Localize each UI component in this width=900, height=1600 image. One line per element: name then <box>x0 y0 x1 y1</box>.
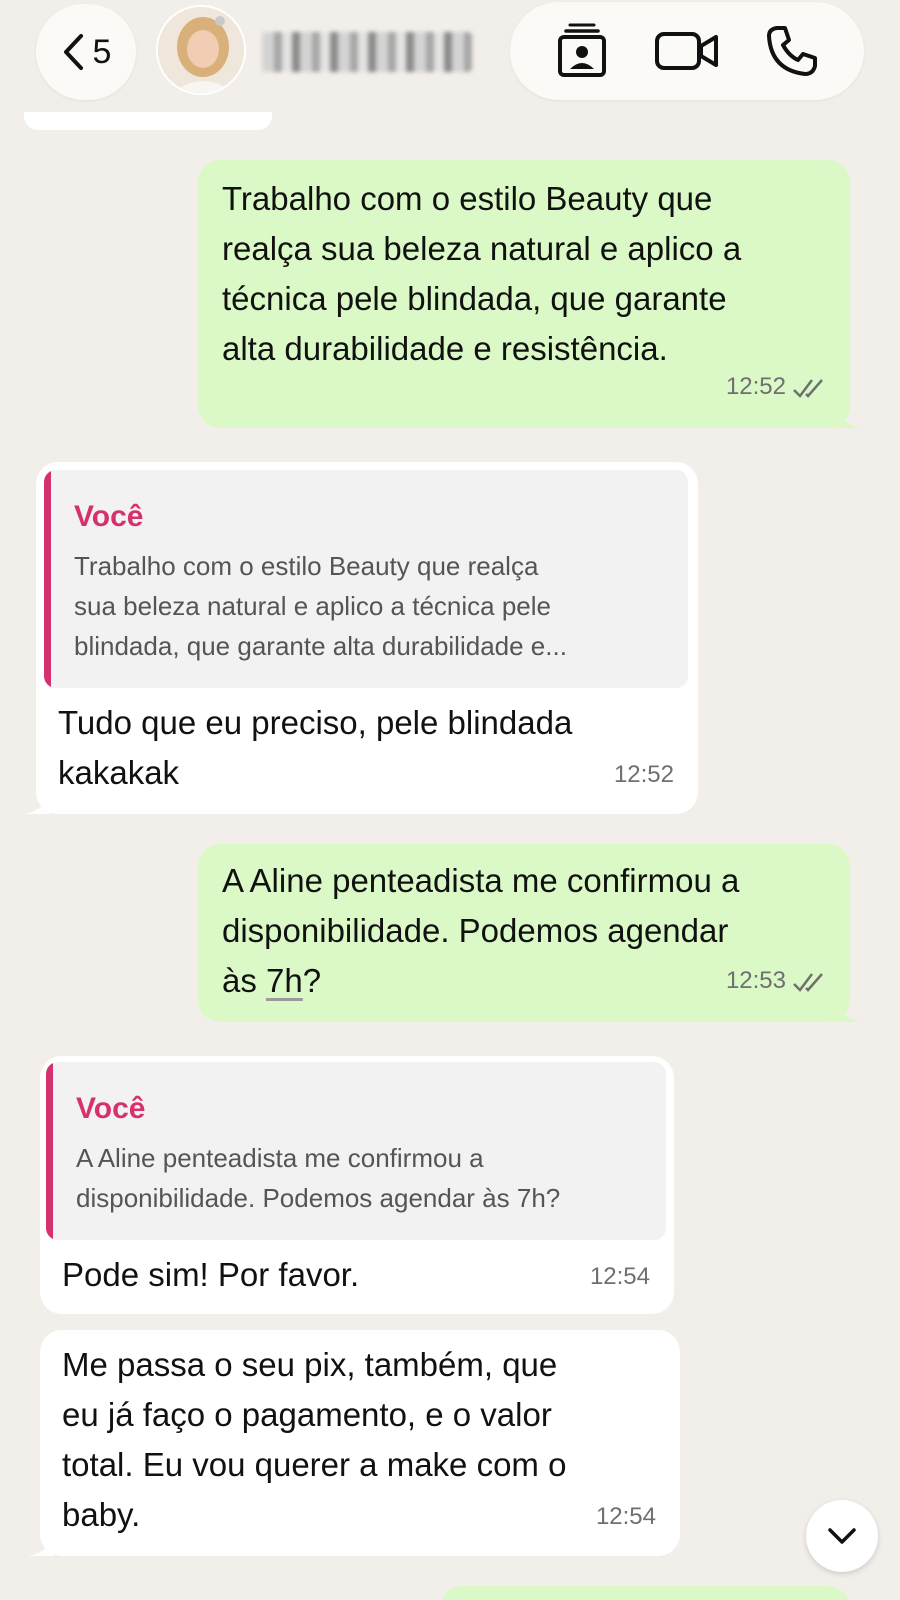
message-time: 12:52 <box>613 761 674 788</box>
scroll-to-bottom-button[interactable] <box>806 1500 878 1572</box>
header-actions <box>510 2 864 100</box>
read-receipt-icon <box>793 379 823 398</box>
message-time: 12:52 <box>726 362 826 412</box>
quote-author: Você <box>76 1092 146 1125</box>
message-bubble-outgoing[interactable]: Trabalho com o estilo Beauty que realça … <box>198 160 862 428</box>
quote-accent-bar <box>44 470 51 688</box>
quote-text: A Aline penteadista me confirmou a dispo… <box>76 1143 561 1213</box>
bubble-tail <box>28 1534 54 1556</box>
message-bubble-incoming[interactable]: Você A Aline penteadista me confirmou a … <box>40 1056 674 1314</box>
time-link[interactable]: 7h <box>266 962 303 999</box>
message-text-line: Trabalho com o estilo Beauty que <box>222 180 713 217</box>
message-text-line: técnica pele blindada, que garante <box>222 280 727 317</box>
read-receipt-icon <box>793 973 823 992</box>
message-bubble-incoming[interactable]: Você Trabalho com o estilo Beauty que re… <box>24 462 698 814</box>
message-text: Me passa o seu pix, também, que eu já fa… <box>62 1346 567 1533</box>
unread-count: 5 <box>92 32 112 71</box>
message-text-line: A Aline penteadista me confirmou a <box>222 862 740 899</box>
bubble-tail <box>836 406 862 428</box>
message-time: 12:54 <box>589 1263 650 1290</box>
video-call-button[interactable] <box>647 11 727 91</box>
next-message-edge <box>440 1586 850 1600</box>
previous-message-edge <box>24 112 272 130</box>
message-text: Tudo que eu preciso, pele blindada kakak… <box>58 704 573 791</box>
bubble-tail <box>836 1000 862 1022</box>
message-text: Pode sim! Por favor. <box>62 1256 360 1293</box>
message-time: 12:53 <box>726 956 826 1006</box>
contact-name[interactable] <box>262 32 472 72</box>
quote-text: Trabalho com o estilo Beauty que realça … <box>74 551 567 661</box>
phone-call-button[interactable] <box>752 11 832 91</box>
bubble-tail <box>24 792 50 814</box>
quoted-message[interactable]: Você A Aline penteadista me confirmou a … <box>46 1062 666 1240</box>
message-bubble-outgoing[interactable]: A Aline penteadista me confirmou a dispo… <box>198 844 862 1022</box>
message-time: 12:54 <box>595 1503 656 1530</box>
message-text-line: realça sua beleza natural e aplico a <box>222 230 742 267</box>
avatar[interactable] <box>156 5 246 95</box>
quote-author: Você <box>74 500 144 533</box>
phone-icon <box>766 26 817 76</box>
quoted-message[interactable]: Você Trabalho com o estilo Beauty que re… <box>44 470 688 688</box>
message-bubble-incoming[interactable]: Me passa o seu pix, também, que eu já fa… <box>28 1330 680 1556</box>
chevron-left-icon <box>63 34 83 70</box>
back-button[interactable]: 5 <box>36 4 136 100</box>
quote-accent-bar <box>46 1062 53 1240</box>
video-call-icon <box>654 32 718 70</box>
message-text-line: disponibilidade. Podemos agendar <box>222 912 729 949</box>
message-text-line: às 7h? <box>222 962 322 999</box>
contact-card-icon <box>558 23 607 77</box>
chevron-down-icon <box>828 1528 856 1544</box>
contact-card-button[interactable] <box>542 11 622 91</box>
message-text-line: alta durabilidade e resistência. <box>222 330 668 367</box>
